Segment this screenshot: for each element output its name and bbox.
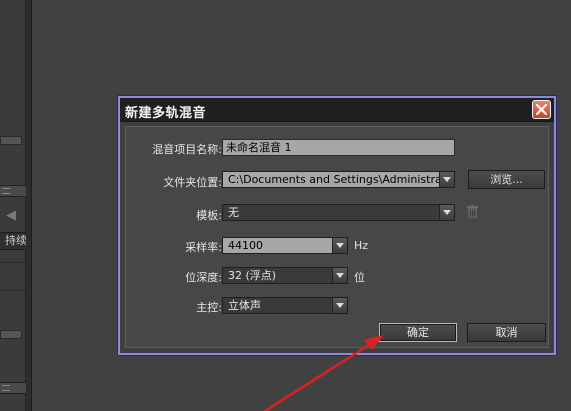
template-label: 模板: — [196, 209, 222, 222]
panel-header-bar — [0, 382, 26, 394]
dialog-content: 混音项目名称: 未命名混音 1 文件夹位置: C:\Documents and … — [125, 126, 549, 348]
grip-icon[interactable] — [2, 188, 10, 194]
master-value: 立体声 — [228, 299, 261, 312]
bit-depth-label: 位深度: — [185, 271, 222, 284]
folder-location-value: C:\Documents and Settings\Administrator.… — [228, 173, 455, 186]
bit-depth-unit: 位 — [354, 271, 365, 284]
chevron-down-icon[interactable] — [332, 238, 347, 253]
chevron-down-icon[interactable] — [439, 205, 454, 220]
sample-rate-value: 44100 — [228, 239, 263, 252]
master-dropdown[interactable]: 立体声 — [222, 297, 348, 314]
chevron-down-icon[interactable] — [332, 298, 347, 313]
sample-rate-label: 采样率: — [185, 241, 222, 254]
bit-depth-value: 32 (浮点) — [228, 269, 277, 282]
chevron-down-icon[interactable] — [439, 172, 454, 187]
chevron-down-icon[interactable] — [332, 268, 347, 283]
panel-splitter[interactable] — [26, 0, 32, 411]
folder-location-label: 文件夹位置: — [163, 176, 222, 189]
sample-rate-unit: Hz — [354, 239, 369, 252]
template-value: 无 — [228, 206, 239, 219]
dialog-title-bar[interactable]: 新建多轨混音 — [120, 98, 554, 122]
bit-depth-dropdown[interactable]: 32 (浮点) — [222, 267, 348, 284]
panel-scrollbar[interactable] — [0, 330, 22, 339]
panel-scrollbar[interactable] — [0, 136, 22, 145]
dialog-title: 新建多轨混音 — [125, 106, 207, 121]
grip-icon[interactable] — [2, 385, 10, 391]
close-icon — [536, 104, 547, 115]
close-button[interactable] — [532, 100, 551, 119]
new-multitrack-session-dialog: 新建多轨混音 混音项目名称: 未命名混音 1 文件夹位置: C:\Documen… — [118, 96, 556, 355]
browse-button[interactable]: 浏览... — [468, 170, 545, 189]
left-panel: ◀ 持续 — [0, 0, 26, 411]
back-arrow-icon[interactable]: ◀ — [6, 209, 16, 223]
session-name-input[interactable]: 未命名混音 1 — [222, 139, 455, 156]
master-label: 主控: — [196, 301, 222, 314]
side-tab[interactable]: 持续 — [0, 232, 26, 250]
panel-divider — [0, 262, 26, 263]
cancel-button[interactable]: 取消 — [467, 323, 546, 342]
sample-rate-dropdown[interactable]: 44100 — [222, 237, 348, 254]
panel-header-bar — [0, 185, 26, 197]
template-dropdown[interactable]: 无 — [222, 204, 455, 221]
panel-divider — [0, 290, 26, 291]
trash-icon[interactable] — [467, 205, 478, 218]
ok-button[interactable]: 确定 — [379, 323, 457, 342]
session-name-label: 混音项目名称: — [152, 143, 222, 156]
folder-location-dropdown[interactable]: C:\Documents and Settings\Administrator.… — [222, 171, 455, 188]
